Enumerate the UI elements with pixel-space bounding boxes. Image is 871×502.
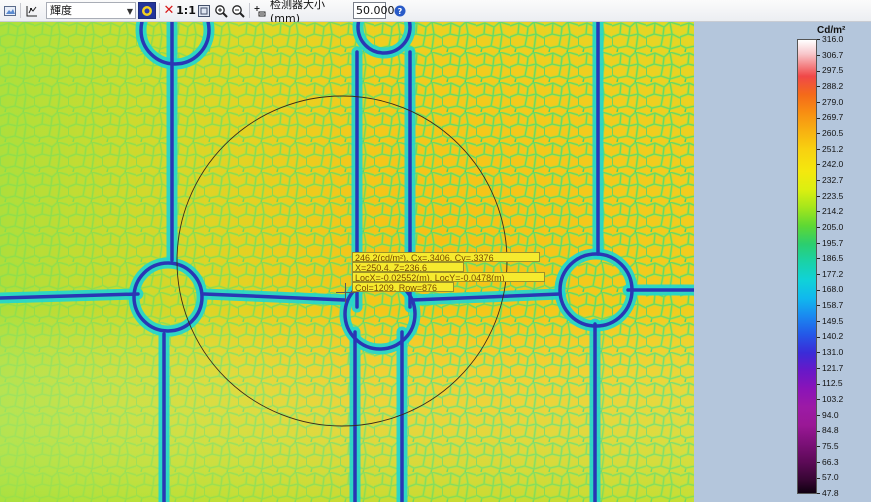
legend-tick: 306.7 [817, 50, 843, 60]
luminance-map [0, 22, 694, 502]
readout-line-4: Col=1209, Row=876 [352, 282, 454, 292]
legend-tick: 57.0 [817, 472, 839, 482]
readout-line-2: X=250.4, Z=236.6 [352, 262, 464, 272]
clear-icon[interactable]: ✕ [162, 2, 176, 19]
legend-tick: 140.2 [817, 331, 843, 341]
svg-text:?: ? [398, 7, 403, 16]
legend-tick: 75.5 [817, 441, 839, 451]
legend-tick: 186.5 [817, 253, 843, 263]
legend-tick: 288.2 [817, 81, 843, 91]
zoom-out-icon[interactable] [230, 2, 246, 19]
detector-size-value: 50.000 [356, 4, 395, 17]
legend-tick: 260.5 [817, 128, 843, 138]
legend-tick: 195.7 [817, 238, 843, 248]
legend-tick: 251.2 [817, 144, 843, 154]
legend-tick: 242.0 [817, 159, 843, 169]
legend-tick: 84.8 [817, 425, 839, 435]
readout-line-1: 246.2(cd/m²), Cx=.3406, Cy=.3376 [352, 252, 540, 262]
legend-tick: 279.0 [817, 97, 843, 107]
legend-tick: 214.2 [817, 206, 843, 216]
legend-tick: 47.8 [817, 488, 839, 498]
legend-tick: 121.7 [817, 363, 843, 373]
legend-tick: 223.5 [817, 191, 843, 201]
color-map-icon[interactable] [138, 2, 156, 19]
legend-tick: 149.5 [817, 316, 843, 326]
mode-select[interactable]: 輝度 ▼ [46, 2, 136, 19]
mode-select-value: 輝度 [50, 4, 72, 17]
fit-window-icon[interactable] [196, 2, 212, 19]
detector-icon[interactable] [252, 2, 268, 19]
detector-size-label: 检测器大小 (mm) [270, 0, 352, 25]
legend-tick: 177.2 [817, 269, 843, 279]
toolbar: 輝度 ▼ ✕ 1:1 检测器大小 (mm) 50.000 ? [0, 0, 871, 25]
legend-tick: 103.2 [817, 394, 843, 404]
help-icon[interactable]: ? [393, 2, 407, 19]
detector-size-input[interactable]: 50.000 [353, 2, 395, 19]
color-scale-ticks: 316.0 306.7 297.5 288.2 279.0 269.7 260.5 251.2… [817, 34, 867, 498]
luminance-image[interactable]: 246.2(cd/m²), Cx=.3406, Cy=.3376 X=250.4… [0, 22, 694, 502]
legend-tick: 66.3 [817, 457, 839, 467]
legend-tick: 158.7 [817, 300, 843, 310]
color-scale-bar [797, 39, 817, 494]
profile-icon[interactable] [23, 2, 41, 19]
legend-tick: 316.0 [817, 34, 843, 44]
legend-tick: 112.5 [817, 378, 843, 388]
zoom-in-icon[interactable] [213, 2, 229, 19]
zoom-1to1-label: 1:1 [176, 4, 196, 17]
legend-tick: 94.0 [817, 410, 839, 420]
legend-tick: 297.5 [817, 65, 843, 75]
legend-tick: 269.7 [817, 112, 843, 122]
dropdown-arrow-icon: ▼ [126, 7, 133, 16]
zoom-1to1-button[interactable]: 1:1 [176, 2, 196, 19]
legend-tick: 205.0 [817, 222, 843, 232]
image-icon[interactable] [2, 2, 18, 19]
legend-tick: 168.0 [817, 284, 843, 294]
legend-tick: 131.0 [817, 347, 843, 357]
readout-line-3: LocX=-0.02552(m), LocY=-0.0478(m) [352, 272, 545, 282]
legend-tick: 232.7 [817, 175, 843, 185]
